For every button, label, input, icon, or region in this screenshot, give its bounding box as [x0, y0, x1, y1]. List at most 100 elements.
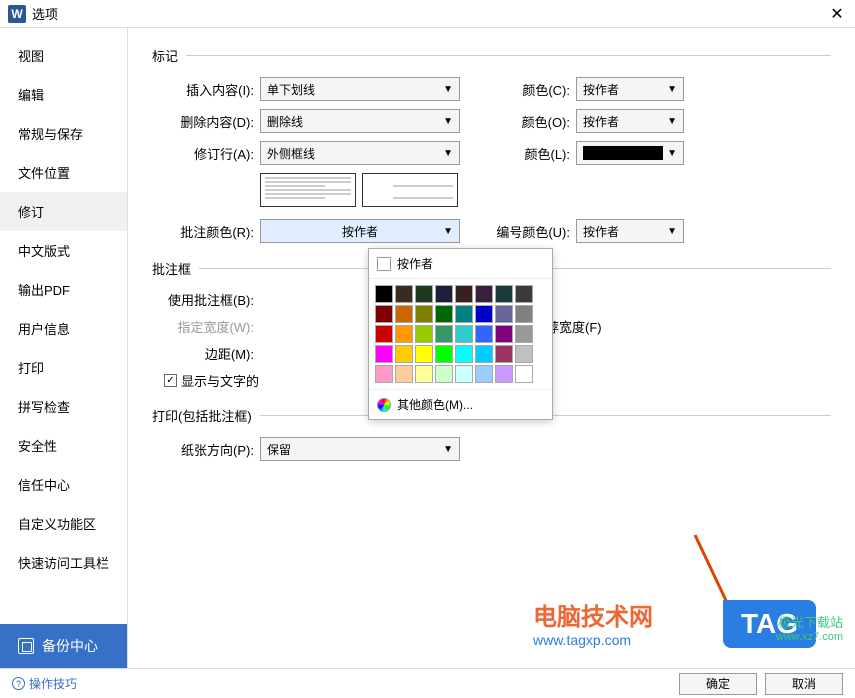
color-swatch[interactable]: [515, 285, 533, 303]
color-swatch[interactable]: [435, 325, 453, 343]
sidebar-item-customribbon[interactable]: 自定义功能区: [0, 504, 127, 543]
cancel-button[interactable]: 取消: [765, 673, 843, 695]
color-swatch[interactable]: [415, 305, 433, 323]
sidebar-item-userinfo[interactable]: 用户信息: [0, 309, 127, 348]
coloro-select[interactable]: 按作者▼: [576, 109, 684, 133]
color-swatch[interactable]: [375, 365, 393, 383]
close-icon[interactable]: ✕: [827, 4, 847, 24]
color-swatch[interactable]: [475, 345, 493, 363]
app-logo-icon: W: [8, 5, 26, 23]
chevron-down-icon: ▼: [443, 116, 453, 127]
color-swatch[interactable]: [415, 345, 433, 363]
sidebar-item-view[interactable]: 视图: [0, 36, 127, 75]
color-swatch[interactable]: [455, 325, 473, 343]
empty-box-icon: [377, 257, 391, 271]
colorl-label: 颜色(L):: [490, 144, 570, 163]
comment-color-label: 批注颜色(R):: [164, 222, 254, 241]
color-swatch[interactable]: [395, 365, 413, 383]
chevron-down-icon: ▼: [443, 226, 453, 237]
chevron-down-icon: ▼: [667, 116, 677, 127]
by-author-option[interactable]: 按作者: [369, 249, 552, 279]
tip-icon: ?: [12, 677, 25, 690]
sidebar-item-print[interactable]: 打印: [0, 348, 127, 387]
backup-center-button[interactable]: 备份中心: [0, 624, 127, 668]
number-color-label: 编号颜色(U):: [490, 222, 570, 241]
titlebar: W 选项 ✕: [0, 0, 855, 28]
sidebar-item-trustcenter[interactable]: 信任中心: [0, 465, 127, 504]
chevron-down-icon: ▼: [443, 84, 453, 95]
color-wheel-icon: [377, 398, 391, 412]
sidebar-item-outputpdf[interactable]: 输出PDF: [0, 270, 127, 309]
color-swatch[interactable]: [455, 345, 473, 363]
orientation-select[interactable]: 保留▼: [260, 437, 460, 461]
color-swatch[interactable]: [495, 345, 513, 363]
color-swatch[interactable]: [515, 325, 533, 343]
chevron-down-icon: ▼: [667, 226, 677, 237]
color-swatch[interactable]: [395, 305, 413, 323]
color-swatch[interactable]: [375, 345, 393, 363]
sidebar-item-revision[interactable]: 修订: [0, 192, 127, 231]
preview-left: [260, 173, 356, 207]
color-swatch[interactable]: [495, 305, 513, 323]
chevron-down-icon: ▼: [667, 148, 677, 159]
delete-select[interactable]: 删除线▼: [260, 109, 460, 133]
color-swatch[interactable]: [435, 365, 453, 383]
backup-label: 备份中心: [42, 636, 98, 656]
color-swatch-black: [583, 146, 663, 160]
group-commentbox-title: 批注框: [152, 259, 191, 278]
sidebar-item-quickaccess[interactable]: 快速访问工具栏: [0, 543, 127, 582]
color-swatch[interactable]: [395, 285, 413, 303]
color-swatch[interactable]: [515, 365, 533, 383]
color-swatch[interactable]: [515, 305, 533, 323]
sidebar-item-filelocation[interactable]: 文件位置: [0, 153, 127, 192]
chevron-down-icon: ▼: [667, 84, 677, 95]
color-swatch[interactable]: [475, 285, 493, 303]
watermark-tagxp: 电脑技术网 www.tagxp.com: [533, 597, 653, 648]
footer: ? 操作技巧 确定 取消: [0, 668, 855, 698]
color-swatch[interactable]: [415, 325, 433, 343]
color-swatch[interactable]: [455, 305, 473, 323]
color-swatch[interactable]: [475, 365, 493, 383]
number-color-select[interactable]: 按作者▼: [576, 219, 684, 243]
color-swatch[interactable]: [375, 305, 393, 323]
color-swatch[interactable]: [435, 305, 453, 323]
ok-button[interactable]: 确定: [679, 673, 757, 695]
revline-label: 修订行(A):: [164, 144, 254, 163]
more-colors-option[interactable]: 其他颜色(M)...: [369, 389, 552, 419]
orientation-label: 纸张方向(P):: [164, 440, 254, 459]
sidebar-item-security[interactable]: 安全性: [0, 426, 127, 465]
colorc-select[interactable]: 按作者▼: [576, 77, 684, 101]
revline-select[interactable]: 外侧框线▼: [260, 141, 460, 165]
colorc-label: 颜色(C):: [490, 80, 570, 99]
sidebar-item-spellcheck[interactable]: 拼写检查: [0, 387, 127, 426]
color-swatch[interactable]: [415, 285, 433, 303]
color-swatch[interactable]: [395, 325, 413, 343]
use-commentbox-label: 使用批注框(B):: [164, 290, 254, 309]
delete-label: 删除内容(D):: [164, 112, 254, 131]
color-swatch[interactable]: [495, 365, 513, 383]
color-swatch[interactable]: [495, 325, 513, 343]
sidebar-item-general[interactable]: 常规与保存: [0, 114, 127, 153]
sidebar-item-cjk[interactable]: 中文版式: [0, 231, 127, 270]
tips-link[interactable]: ? 操作技巧: [12, 675, 77, 692]
comment-color-select[interactable]: 按作者▼: [260, 219, 460, 243]
sidebar-item-edit[interactable]: 编辑: [0, 75, 127, 114]
color-swatch[interactable]: [375, 325, 393, 343]
color-swatch[interactable]: [395, 345, 413, 363]
color-swatch[interactable]: [515, 345, 533, 363]
color-swatch[interactable]: [435, 345, 453, 363]
window-title: 选项: [32, 4, 827, 23]
watermark-xz7: 极光下载站 www.xz7.com: [776, 612, 843, 643]
color-swatch[interactable]: [415, 365, 433, 383]
insert-select[interactable]: 单下划线▼: [260, 77, 460, 101]
color-picker-popup: 按作者 其他颜色(M)...: [368, 248, 553, 420]
color-swatch[interactable]: [475, 325, 493, 343]
color-swatch[interactable]: [475, 305, 493, 323]
color-swatch[interactable]: [375, 285, 393, 303]
color-swatch[interactable]: [435, 285, 453, 303]
color-swatch[interactable]: [455, 285, 473, 303]
colorl-select[interactable]: ▼: [576, 141, 684, 165]
color-swatch[interactable]: [495, 285, 513, 303]
color-swatch[interactable]: [455, 365, 473, 383]
show-with-text-checkbox[interactable]: 显示与文字的: [164, 371, 259, 390]
